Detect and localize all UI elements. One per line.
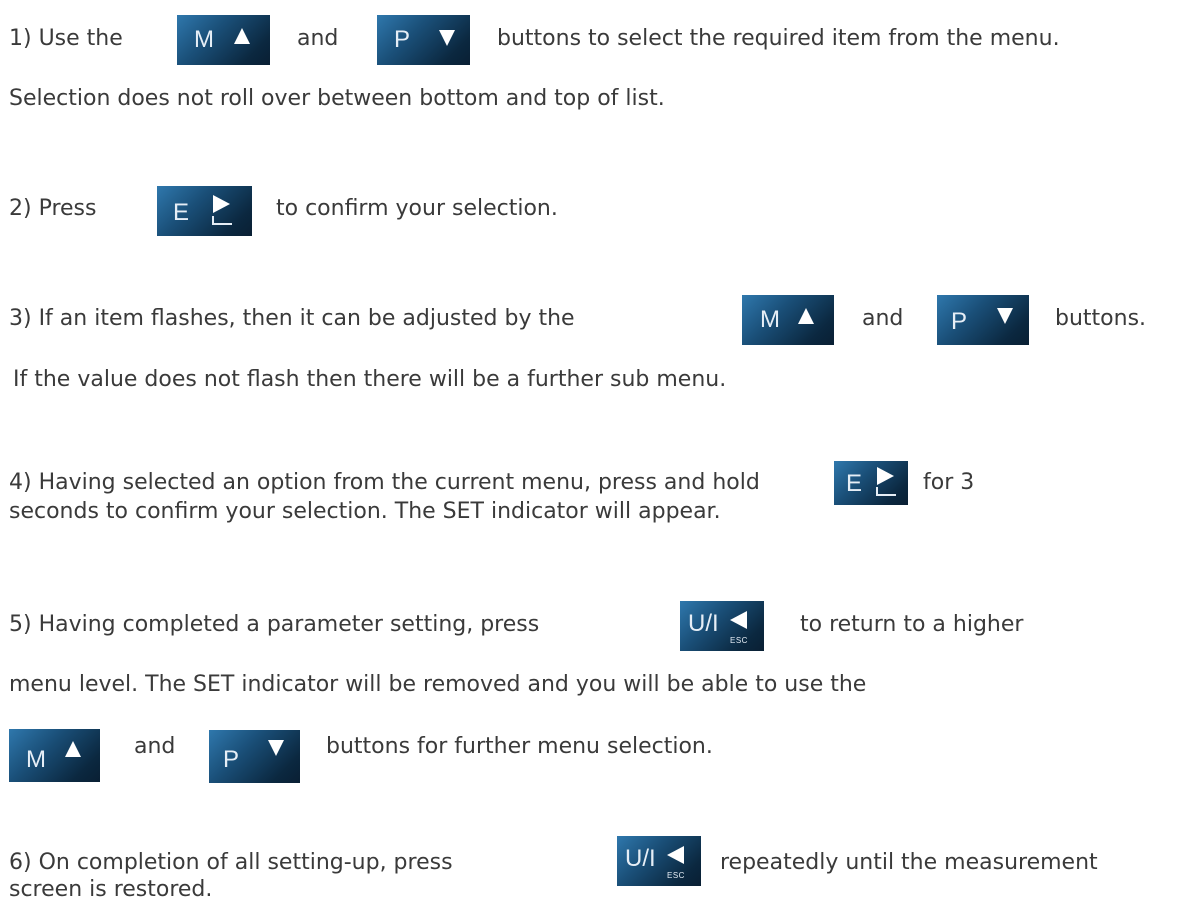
up-triangle-icon — [234, 28, 250, 44]
step3-text-b: buttons. — [1055, 306, 1147, 331]
m-up-button: M — [9, 729, 100, 782]
p-down-button: P — [937, 295, 1029, 345]
step6-text-b: repeatedly until the measurement — [720, 850, 1098, 875]
step6-text-a: 6) On completion of all setting-up, pres… — [9, 850, 453, 875]
step1-text-b: buttons to select the required item from… — [497, 26, 1060, 51]
p-down-button: P — [377, 15, 470, 65]
p-key-letter: P — [394, 26, 411, 53]
right-triangle-icon — [877, 467, 894, 485]
m-key-letter: M — [760, 306, 780, 333]
enter-return-icon — [876, 487, 896, 496]
p-key-letter: P — [223, 746, 240, 773]
step5-line2: menu level. The SET indicator will be re… — [9, 672, 867, 697]
step5-text-b: to return to a higher — [800, 612, 1024, 637]
up-triangle-icon — [65, 741, 81, 757]
step4-text-a: 4) Having selected an option from the cu… — [9, 470, 760, 495]
down-triangle-icon — [997, 308, 1013, 324]
step2-text-b: to confirm your selection. — [276, 196, 558, 221]
step1-line2: Selection does not roll over between bot… — [9, 86, 665, 111]
step1-and: and — [297, 26, 339, 51]
step2-text-a: 2) Press — [9, 196, 97, 221]
u-esc-button: U/I ESC — [680, 601, 764, 651]
esc-label: ESC — [730, 636, 748, 645]
down-triangle-icon — [268, 740, 284, 756]
right-triangle-icon — [213, 195, 230, 213]
e-key-letter: E — [173, 199, 190, 226]
left-triangle-icon — [667, 846, 684, 864]
m-up-button: M — [177, 15, 270, 65]
step3-text-a: 3) If an item flashes, then it can be ad… — [9, 306, 575, 331]
step5-and: and — [134, 734, 176, 759]
step1-text-a: 1) Use the — [9, 26, 123, 51]
step6-line2: screen is restored. — [9, 877, 213, 902]
u-key-letter: U/I — [688, 610, 719, 637]
enter-return-icon — [212, 216, 232, 225]
p-down-button: P — [209, 730, 300, 783]
e-enter-button: E — [157, 186, 252, 236]
step5-text-a: 5) Having completed a parameter setting,… — [9, 612, 540, 637]
left-triangle-icon — [730, 611, 747, 629]
e-enter-button: E — [834, 461, 908, 505]
u-esc-button: U/I ESC — [617, 836, 701, 886]
esc-label: ESC — [667, 871, 685, 880]
m-up-button: M — [742, 295, 834, 345]
m-key-letter: M — [26, 746, 46, 773]
u-key-letter: U/I — [625, 845, 656, 872]
step4-line2: seconds to confirm your selection. The S… — [9, 499, 721, 524]
p-key-letter: P — [951, 308, 968, 335]
step3-and: and — [862, 306, 904, 331]
step5-line3: buttons for further menu selection. — [326, 734, 713, 759]
m-key-letter: M — [194, 26, 214, 53]
step4-text-b: for 3 — [923, 470, 975, 495]
up-triangle-icon — [798, 308, 814, 324]
down-triangle-icon — [439, 30, 455, 46]
e-key-letter: E — [846, 470, 863, 497]
step3-line2: If the value does not flash then there w… — [13, 367, 727, 392]
